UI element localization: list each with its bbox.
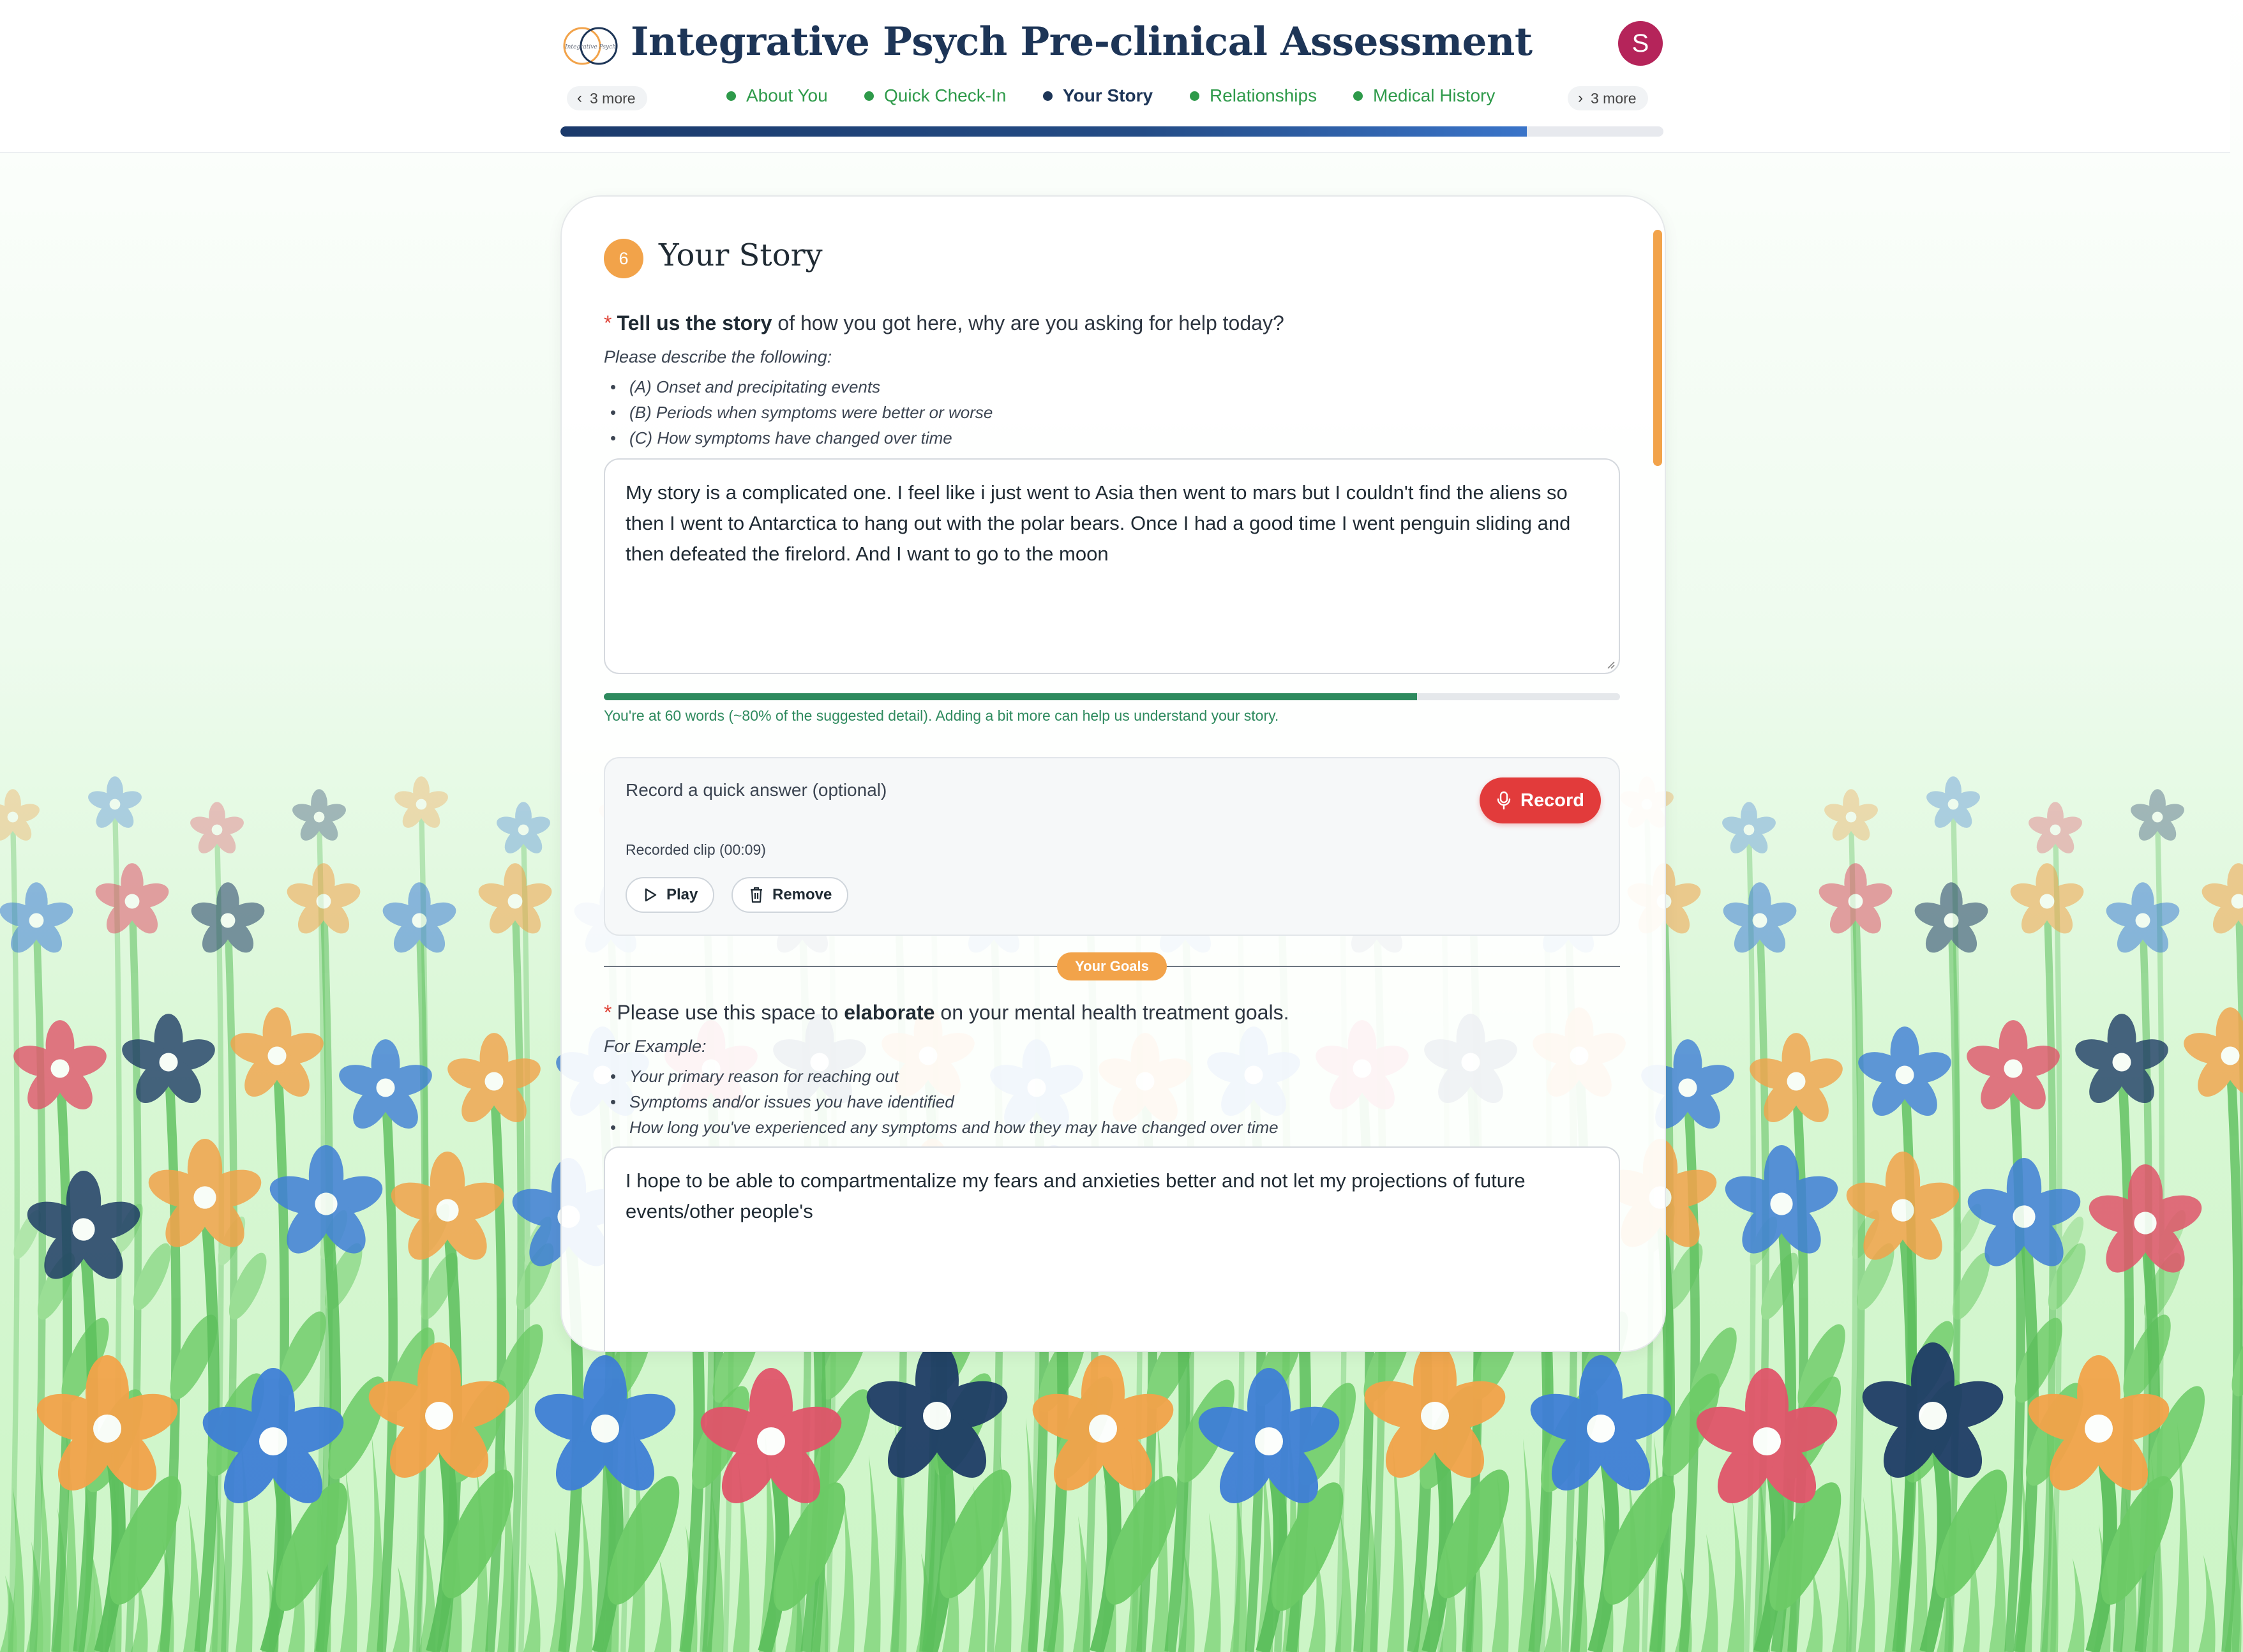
step-medical-history[interactable]: Medical History <box>1353 86 1495 106</box>
microphone-icon <box>1497 791 1511 810</box>
assessment-progress-bar <box>560 126 1663 137</box>
play-button[interactable]: Play <box>626 877 715 913</box>
list-item: (C) How symptoms have changed over time <box>610 425 993 451</box>
step-status-dot <box>1043 91 1053 101</box>
grass-decoration <box>654 1559 671 1652</box>
grass-decoration <box>393 1566 410 1652</box>
chevron-left-icon: ‹ <box>577 89 582 107</box>
goals-textarea[interactable]: I hope to be able to compartmentalize my… <box>604 1146 1620 1351</box>
story-answer-text: My story is a complicated one. I feel li… <box>626 481 1571 565</box>
section-number-badge: 6 <box>604 239 643 278</box>
trash-icon <box>751 887 762 903</box>
voice-record-panel: Record a quick answer (optional) Record … <box>604 757 1620 936</box>
list-item: Symptoms and/or issues you have identifi… <box>610 1089 1279 1115</box>
play-icon <box>645 888 657 902</box>
more-right-label: 3 more <box>1591 89 1637 107</box>
flower-decoration <box>13 1020 109 1652</box>
goals-divider-badge: Your Goals <box>1057 952 1167 980</box>
story-question: * Tell us the story of how you got here, … <box>604 312 1284 335</box>
app-header: Integrative Psych Integrative Psych Pre-… <box>0 0 2230 153</box>
grass-decoration <box>1701 1534 1718 1652</box>
step-label: About You <box>746 86 828 105</box>
step-status-dot <box>726 91 736 101</box>
integrative-psych-logo: Integrative Psych <box>563 27 618 65</box>
step-quick-check-in[interactable]: Quick Check-In <box>864 86 1006 106</box>
grass-decoration <box>864 1455 881 1652</box>
required-marker: * <box>604 312 612 334</box>
flower-decoration <box>2184 1007 2243 1652</box>
svg-text:Integrative Psych: Integrative Psych <box>564 44 616 50</box>
step-label: Your Story <box>1063 86 1153 105</box>
goals-question-post: on your mental health treatment goals. <box>934 1001 1289 1024</box>
more-steps-left-button[interactable]: ‹ 3 more <box>567 86 647 110</box>
word-count-progress-fill <box>604 693 1417 700</box>
more-steps-right-button[interactable]: › 3 more <box>1568 86 1648 110</box>
grass-decoration <box>1727 1500 1744 1652</box>
flower-decoration <box>191 882 267 1652</box>
list-item: Your primary reason for reaching out <box>610 1063 1279 1089</box>
goals-question-pre: Please use this space to <box>617 1001 844 1024</box>
section-title: Your Story <box>659 237 823 273</box>
step-status-dot <box>1353 91 1363 101</box>
step-about-you[interactable]: About You <box>726 86 828 106</box>
story-question-rest: of how you got here, why are you asking … <box>772 312 1284 334</box>
goals-question-bold: elaborate <box>844 1001 935 1024</box>
user-avatar[interactable]: S <box>1618 21 1663 66</box>
list-item: (B) Periods when symptoms were better or… <box>610 400 993 425</box>
story-textarea[interactable]: My story is a complicated one. I feel li… <box>604 458 1620 674</box>
grass-decoration <box>2198 1555 2216 1652</box>
list-item: (A) Onset and precipitating events <box>610 374 993 400</box>
more-left-label: 3 more <box>590 89 636 107</box>
goals-help-list: Your primary reason for reaching out Sym… <box>610 1063 1279 1140</box>
step-relationships[interactable]: Relationships <box>1190 86 1317 106</box>
step-status-dot <box>1190 91 1199 101</box>
step-label: Quick Check-In <box>884 86 1007 105</box>
story-help-list: (A) Onset and precipitating events (B) P… <box>610 374 993 451</box>
step-your-story[interactable]: Your Story <box>1043 86 1153 106</box>
list-item: How long you've experienced any symptoms… <box>610 1115 1279 1140</box>
grass-decoration <box>1832 1531 1849 1652</box>
step-status-dot <box>864 91 874 101</box>
section-card: 6 Your Story * Tell us the story of how y… <box>560 195 1666 1352</box>
step-label: Relationships <box>1210 86 1317 105</box>
word-count-status: You're at 60 words (~80% of the suggeste… <box>604 707 1279 724</box>
record-button-label: Record <box>1520 790 1584 811</box>
remove-button-label: Remove <box>772 886 832 903</box>
goals-answer-text: I hope to be able to compartmentalize my… <box>626 1169 1526 1222</box>
story-help-intro: Please describe the following: <box>604 347 832 366</box>
step-label: Medical History <box>1373 86 1496 105</box>
record-label: Record a quick answer (optional) <box>626 780 887 800</box>
remove-button[interactable]: Remove <box>731 877 849 913</box>
assessment-progress-fill <box>560 126 1527 137</box>
required-marker: * <box>604 1001 612 1024</box>
app-title: Integrative Psych Pre-clinical Assessmen… <box>631 19 1533 64</box>
goals-question: * Please use this space to elaborate on y… <box>604 1001 1289 1025</box>
story-question-bold: Tell us the story <box>617 312 772 334</box>
play-button-label: Play <box>666 886 698 903</box>
grass-decoration <box>523 1563 541 1652</box>
recorded-clip-label: Recorded clip (00:09) <box>626 841 766 858</box>
resize-handle-icon[interactable] <box>1605 659 1615 669</box>
word-count-progress-bar <box>604 693 1620 700</box>
card-scrollbar[interactable] <box>1653 230 1662 466</box>
chevron-right-icon: › <box>1578 89 1583 107</box>
goals-help-intro: For Example: <box>604 1037 707 1056</box>
record-button[interactable]: Record <box>1480 777 1601 823</box>
grass-decoration <box>1204 1513 1221 1652</box>
grass-decoration <box>2067 1558 2085 1652</box>
